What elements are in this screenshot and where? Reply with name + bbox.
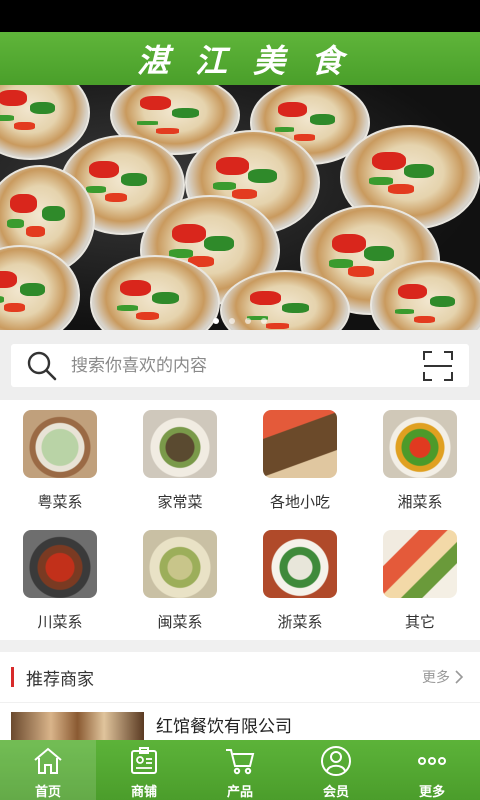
section-accent-bar <box>11 667 14 687</box>
app-header: 湛江美食 <box>0 32 480 85</box>
sushi-platter-icon <box>383 530 457 598</box>
more-icon <box>418 757 446 765</box>
tab-label: 商铺 <box>130 785 157 800</box>
store-badge-icon <box>131 747 157 774</box>
category-label: 闽菜系 <box>157 613 203 631</box>
tab-label: 会员 <box>322 785 349 800</box>
category-item[interactable]: 川菜系 <box>0 520 120 640</box>
category-label: 湘菜系 <box>397 493 443 511</box>
home-icon <box>34 747 62 774</box>
status-bar <box>0 0 480 32</box>
search-input[interactable] <box>71 355 421 376</box>
category-item[interactable]: 湘菜系 <box>360 400 480 520</box>
user-icon <box>321 746 351 776</box>
category-item[interactable]: 闽菜系 <box>120 520 240 640</box>
carousel-dot[interactable] <box>229 318 235 324</box>
merchant-list-item[interactable]: 红馆餐饮有限公司 <box>0 703 480 743</box>
category-item[interactable]: 粤菜系 <box>0 400 120 520</box>
category-label: 家常菜 <box>157 493 203 511</box>
category-label: 川菜系 <box>37 613 83 631</box>
category-label: 浙菜系 <box>277 613 323 631</box>
recommend-header: 推荐商家 更多 <box>0 652 480 702</box>
clam-plate-icon <box>143 530 217 598</box>
tab-store[interactable]: 商铺 <box>96 740 192 800</box>
category-item[interactable]: 其它 <box>360 520 480 640</box>
category-item[interactable]: 各地小吃 <box>240 400 360 520</box>
bottom-tab-bar: 首页 商铺 产品 会员 更多 <box>0 740 480 800</box>
merchant-name: 红馆餐饮有限公司 <box>156 717 292 737</box>
category-label: 其它 <box>404 613 435 631</box>
tab-label: 更多 <box>418 785 445 800</box>
pepper-dish-icon <box>383 410 457 478</box>
section-title: 推荐商家 <box>26 669 94 690</box>
category-item[interactable]: 家常菜 <box>120 400 240 520</box>
tab-products[interactable]: 产品 <box>192 740 288 800</box>
soup-bowl-icon <box>23 410 97 478</box>
oyster-image <box>0 85 90 160</box>
carousel-dot[interactable] <box>245 318 251 324</box>
hotpot-icon <box>23 530 97 598</box>
chevron-right-icon <box>455 670 464 684</box>
category-item[interactable]: 浙菜系 <box>240 520 360 640</box>
tab-home[interactable]: 首页 <box>0 740 96 800</box>
stir-fry-bowl-icon <box>143 410 217 478</box>
tab-label: 首页 <box>34 785 61 800</box>
category-label: 各地小吃 <box>269 493 330 511</box>
app-title: 湛江美食 <box>136 41 369 80</box>
cart-icon <box>226 749 255 775</box>
tab-label: 产品 <box>226 785 253 800</box>
tab-more[interactable]: 更多 <box>384 740 480 800</box>
search-bar[interactable] <box>11 344 469 387</box>
scan-icon[interactable] <box>421 349 455 383</box>
more-link[interactable]: 更多 <box>422 667 464 687</box>
category-label: 粤菜系 <box>37 493 83 511</box>
carousel-dot[interactable] <box>213 318 219 324</box>
carousel-dot[interactable] <box>261 318 267 324</box>
search-icon[interactable] <box>25 349 59 383</box>
carousel-indicator <box>0 318 480 324</box>
more-label: 更多 <box>422 670 450 686</box>
noodles-plate-icon <box>263 410 337 478</box>
banner-carousel[interactable] <box>0 85 480 330</box>
merchant-thumbnail <box>11 712 144 743</box>
category-grid: 粤菜系 家常菜 各地小吃 湘菜系 川菜系 闽菜系 浙菜系 其它 <box>0 400 480 640</box>
tab-member[interactable]: 会员 <box>288 740 384 800</box>
search-section <box>0 330 480 400</box>
garnished-plate-icon <box>263 530 337 598</box>
